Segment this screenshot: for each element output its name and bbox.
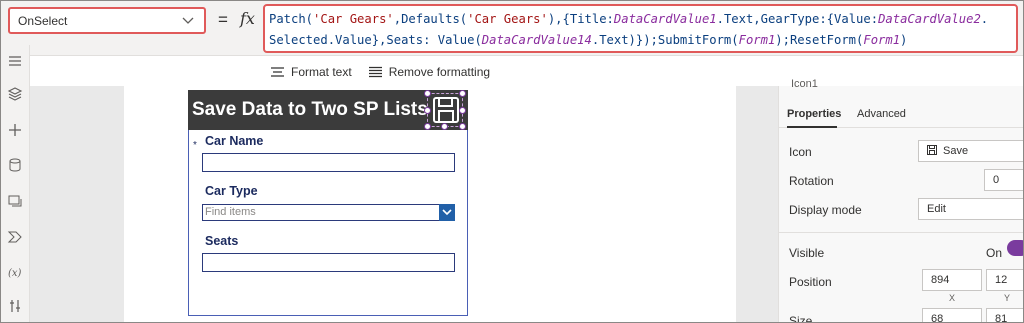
edit-form[interactable]: * Car Name Car Type Find items Seats — [188, 130, 468, 316]
format-text-icon — [271, 67, 284, 77]
icon-prop-dropdown[interactable]: Save — [918, 140, 1024, 162]
formula-line-1: Patch('Car Gears',Defaults('Car Gears'),… — [269, 9, 1012, 30]
section-divider — [779, 232, 1024, 233]
seats-label: Seats — [205, 234, 239, 248]
position-y-value: 12 — [995, 274, 1008, 286]
formula-control-ref: DataCardValue14 — [481, 33, 592, 47]
required-marker: * — [193, 140, 197, 151]
display-mode-prop-label: Display mode — [789, 203, 862, 217]
formula-input[interactable]: Patch('Car Gears',Defaults('Car Gears'),… — [263, 4, 1018, 53]
formula-string: 'Car Gears' — [467, 12, 548, 26]
resize-handle[interactable] — [459, 90, 466, 97]
car-type-combobox[interactable]: Find items — [202, 204, 455, 221]
formula-token: Selected.Value},Seats: Value( — [269, 33, 482, 47]
tab-properties[interactable]: Properties — [787, 108, 841, 120]
icon-prop-value: Save — [943, 145, 969, 157]
plus-icon[interactable] — [7, 122, 23, 138]
size-width-value: 68 — [931, 313, 944, 323]
remove-formatting-button[interactable]: Remove formatting — [368, 65, 490, 79]
tools-icon[interactable] — [7, 298, 23, 314]
formula-token: .Text)});SubmitForm( — [591, 33, 739, 47]
size-width-input[interactable]: 68 — [922, 308, 982, 323]
display-mode-value: Edit — [927, 203, 946, 215]
variables-icon[interactable]: (x) — [7, 264, 23, 280]
display-mode-dropdown[interactable]: Edit — [918, 198, 1024, 220]
icon-prop-label: Icon — [789, 145, 812, 159]
properties-tabs: Properties Advanced — [779, 102, 1024, 128]
chevron-down-icon — [442, 209, 452, 216]
tab-advanced[interactable]: Advanced — [857, 108, 906, 120]
resize-handle[interactable] — [424, 90, 431, 97]
formula-token: ),{Title: — [547, 12, 614, 26]
visible-toggle[interactable] — [1007, 240, 1024, 256]
property-dropdown-value: OnSelect — [18, 13, 68, 28]
resize-handle[interactable] — [459, 107, 466, 114]
resize-handle[interactable] — [441, 123, 448, 130]
seats-input[interactable] — [202, 253, 455, 272]
formula-string: 'Car Gears' — [313, 12, 394, 26]
size-height-value: 81 — [995, 313, 1008, 323]
y-axis-label: Y — [1004, 293, 1011, 303]
selected-control-name: Icon1 — [791, 78, 818, 90]
combobox-button[interactable] — [439, 204, 455, 221]
formula-control-ref: DataCardValue2 — [878, 12, 981, 26]
formula-token: );ResetForm( — [775, 33, 864, 47]
car-name-label: Car Name — [205, 134, 264, 148]
visible-value: On — [986, 246, 1003, 260]
remove-formatting-icon — [368, 66, 382, 78]
rotation-prop-label: Rotation — [789, 174, 834, 188]
chevron-down-icon — [182, 17, 194, 24]
format-toolbar: Format text Remove formatting — [260, 58, 496, 86]
formula-bar: OnSelect = fx Patch('Car Gears',Defaults… — [0, 0, 1024, 56]
equals-sign: = — [218, 10, 228, 29]
properties-panel: Icon1 Properties Advanced Icon Save Rota… — [778, 78, 1024, 323]
position-y-input[interactable]: 12 — [986, 269, 1024, 291]
design-canvas: Save Data to Two SP Lists * Car Name Car… — [30, 86, 778, 323]
formula-control-ref: DataCardValue1 — [613, 12, 717, 26]
left-rail: (x) — [0, 45, 30, 323]
format-text-button[interactable]: Format text — [270, 65, 352, 79]
position-prop-label: Position — [789, 275, 832, 289]
car-type-label: Car Type — [205, 184, 258, 198]
svg-text:(x): (x) — [8, 268, 22, 279]
formula-control-ref: Form1 — [738, 33, 776, 47]
car-name-input[interactable] — [202, 153, 455, 172]
position-x-input[interactable]: 894 — [922, 269, 982, 291]
position-x-value: 894 — [931, 274, 950, 286]
resize-handle[interactable] — [424, 123, 431, 130]
size-prop-label: Size — [789, 314, 813, 323]
formula-token: ) — [900, 33, 908, 47]
formula-token: Patch( — [269, 12, 314, 26]
resize-handle[interactable] — [424, 107, 431, 114]
remove-formatting-label: Remove formatting — [388, 65, 491, 79]
formula-control-ref: Form1 — [863, 33, 901, 47]
visible-prop-label: Visible — [789, 246, 825, 260]
format-text-label: Format text — [291, 65, 352, 79]
form-title: Save Data to Two SP Lists — [192, 99, 428, 120]
save-icon[interactable] — [432, 96, 460, 124]
advanced-tools-icon[interactable] — [7, 229, 23, 245]
resize-handle[interactable] — [459, 123, 466, 130]
media-icon[interactable] — [7, 193, 23, 209]
hamburger-icon[interactable] — [7, 53, 23, 69]
rotation-prop-input[interactable]: 0 — [984, 169, 1024, 191]
database-icon[interactable] — [7, 157, 23, 173]
save-icon — [927, 145, 937, 155]
formula-token: . — [980, 12, 989, 26]
active-tab-indicator — [787, 126, 837, 128]
formula-token: .Text,GearType:{Value: — [716, 12, 879, 26]
property-dropdown[interactable]: OnSelect — [8, 7, 206, 34]
size-height-input[interactable]: 81 — [986, 308, 1024, 323]
x-axis-label: X — [949, 293, 956, 303]
car-type-placeholder: Find items — [205, 206, 256, 218]
formula-line-2: Selected.Value},Seats: Value(DataCardVal… — [269, 30, 1012, 51]
formula-token: ,Defaults( — [393, 12, 468, 26]
layers-icon[interactable] — [7, 86, 23, 102]
rotation-value: 0 — [993, 174, 1000, 186]
fx-label: fx — [240, 9, 255, 28]
